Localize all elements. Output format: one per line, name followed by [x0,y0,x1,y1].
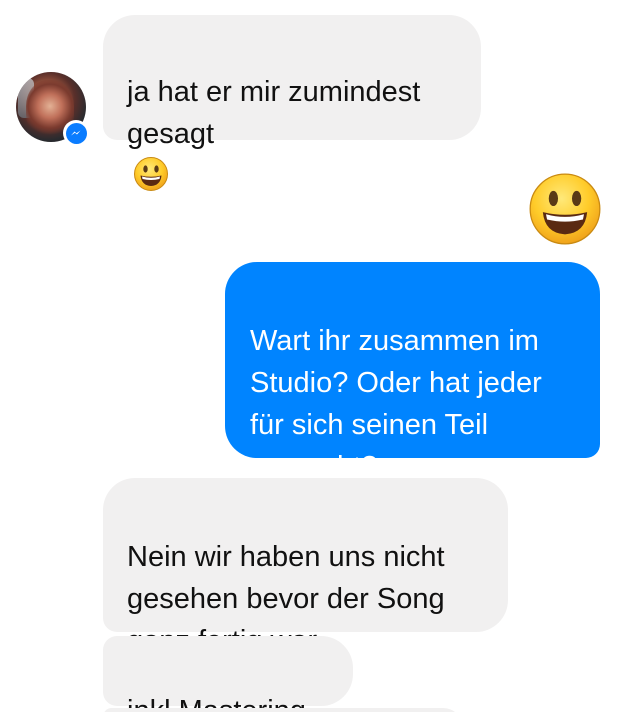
message-text: ja hat er mir zumindest gesagt [127,76,421,150]
messenger-bolt-icon [71,130,81,136]
message-bubble-incoming-partial [103,708,463,712]
chat-thread: ja hat er mir zumindest gesagt Wart ihr … [0,0,640,712]
message-text: Wart ihr zusammen im Studio? Oder hat je… [250,325,542,483]
message-bubble-incoming[interactable]: Nein wir haben uns nicht gesehen bevor d… [103,478,508,657]
message-bubble-incoming[interactable]: inkl Mastering [103,636,353,712]
messenger-badge-inner [65,122,87,144]
message-bubble-incoming[interactable]: ja hat er mir zumindest gesagt [103,15,481,192]
grinning-face-emoji-large[interactable] [527,171,603,247]
grinning-face-emoji [134,157,168,192]
messenger-icon [63,120,89,146]
message-bubble-outgoing[interactable]: Wart ihr zusammen im Studio? Oder hat je… [225,262,600,483]
